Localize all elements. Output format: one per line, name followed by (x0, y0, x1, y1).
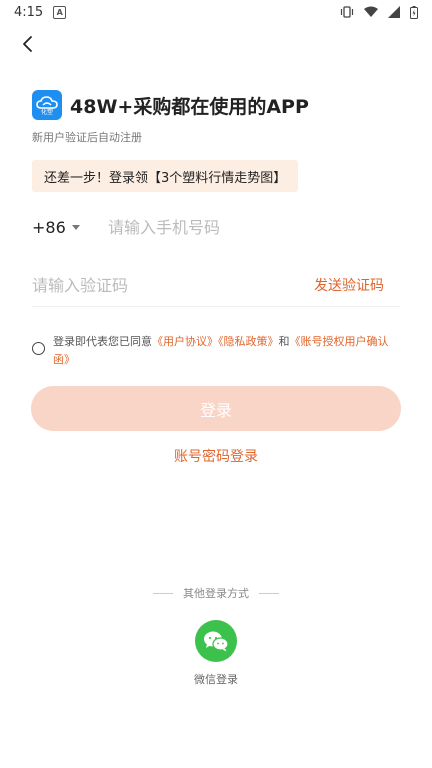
status-right (340, 5, 418, 19)
agreement: 登录即代表您已同意《用户协议》《隐私政策》和《账号授权用户确认函》 (32, 333, 404, 369)
other-login-label: 其他登录方式 (183, 587, 249, 600)
app-logo: 化塑 (32, 90, 62, 120)
wechat-login-button[interactable] (195, 620, 237, 662)
cell-signal-icon (388, 6, 400, 18)
country-code-value: +86 (32, 217, 66, 237)
phone-input[interactable] (108, 217, 388, 237)
status-time: 4:15 (14, 4, 44, 20)
chevron-left-icon (23, 36, 32, 52)
promo-text: 还差一步！登录领【3个塑料行情走势图】 (44, 170, 287, 186)
login-button[interactable]: 登录 (31, 386, 401, 431)
code-row: 发送验证码 (32, 264, 400, 307)
login-button-label: 登录 (199, 400, 232, 420)
vibrate-icon (340, 6, 354, 18)
password-login-link[interactable]: 账号密码登录 (174, 449, 258, 465)
page-subtitle: 新用户验证后自动注册 (32, 131, 142, 144)
wifi-icon (364, 6, 378, 17)
country-code-selector[interactable]: +86 (32, 218, 108, 237)
user-agreement-link[interactable]: 《用户协议》 (152, 335, 218, 348)
wechat-icon (204, 631, 229, 652)
verification-code-input[interactable] (32, 275, 282, 295)
privacy-policy-link[interactable]: 《隐私政策》 (218, 335, 279, 348)
send-code-button[interactable]: 发送验证码 (314, 275, 384, 295)
status-bar: 4:15 A (0, 0, 432, 24)
status-left: 4:15 A (14, 4, 67, 20)
caret-down-icon (71, 224, 80, 230)
divider-line-left (153, 592, 173, 594)
logo-label: 化塑 (40, 108, 53, 116)
battery-icon (410, 5, 418, 19)
agreement-prefix: 登录即代表您已同意 (53, 335, 152, 348)
agreement-and: 和 (278, 335, 290, 348)
agreement-radio[interactable] (32, 342, 45, 355)
password-login-row: 账号密码登录 (0, 446, 432, 466)
promo-banner: 还差一步！登录领【3个塑料行情走势图】 (32, 160, 299, 192)
back-button[interactable] (14, 30, 42, 58)
wechat-login-label: 微信登录 (194, 673, 238, 686)
notification-a-icon: A (53, 5, 67, 19)
other-login-divider: 其他登录方式 (0, 585, 432, 601)
page-title: 48W+采购都在使用的APP (70, 96, 309, 118)
agreement-text: 登录即代表您已同意《用户协议》《隐私政策》和《账号授权用户确认函》 (53, 333, 404, 369)
phone-row: +86 (32, 207, 400, 247)
divider-line-right (259, 592, 279, 594)
